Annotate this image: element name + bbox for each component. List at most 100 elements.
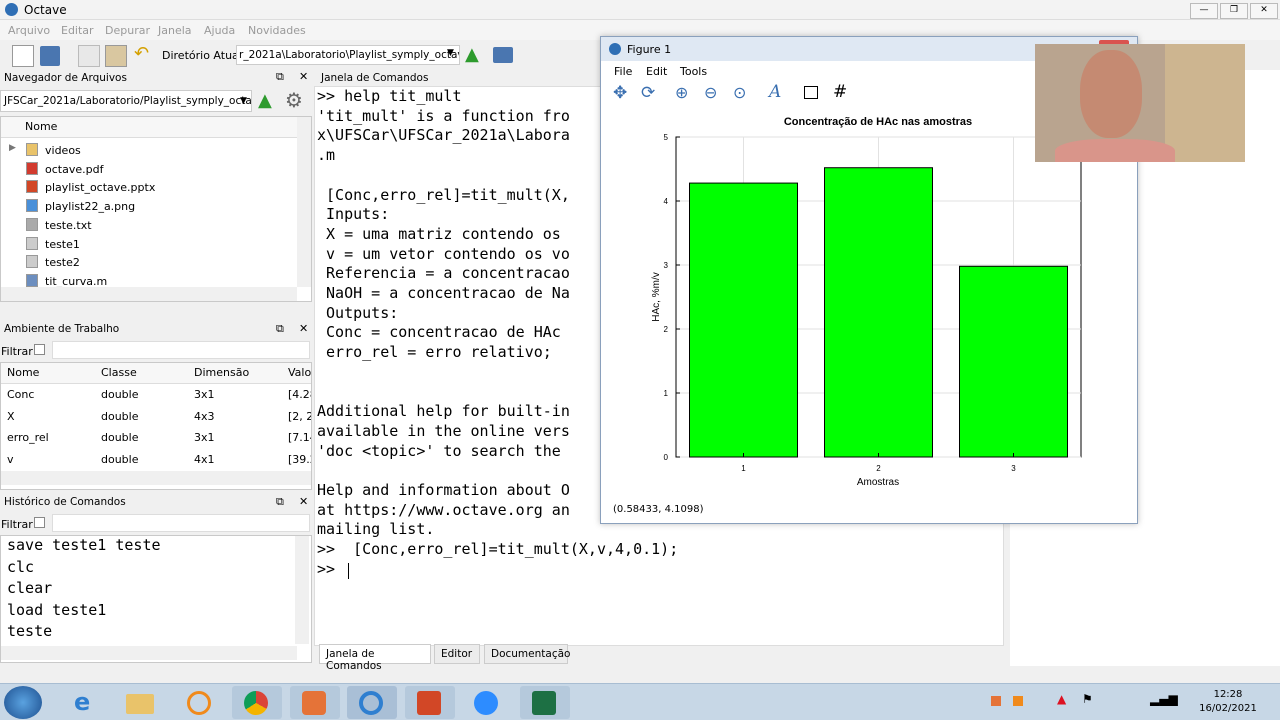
workspace-row[interactable]: erro_rel double 3x1 [7.14: [1, 428, 311, 446]
new-file-icon[interactable]: [12, 45, 34, 67]
expand-arrow-icon[interactable]: ▶: [9, 143, 16, 153]
tray-app-icon[interactable]: [1013, 696, 1023, 706]
filter-checkbox[interactable]: [34, 517, 45, 528]
chevron-down-icon[interactable]: ▼: [240, 96, 247, 106]
browse-folder-icon[interactable]: [493, 47, 513, 63]
volume-icon[interactable]: 🔈︎: [1171, 692, 1178, 707]
internet-explorer-icon[interactable]: e: [60, 686, 110, 719]
file-item[interactable]: playlist22_a.png: [1, 197, 297, 215]
file-item[interactable]: playlist_octave.pptx: [1, 178, 297, 196]
tab-documentacao[interactable]: Documentação: [484, 644, 570, 664]
gear-icon[interactable]: ⚙: [285, 88, 303, 112]
tray-app-icon[interactable]: [991, 696, 1001, 706]
chevron-down-icon[interactable]: ▼: [447, 48, 454, 58]
tab-editor[interactable]: Editor: [434, 644, 480, 664]
workspace-row[interactable]: Xdouble 4x3 [2, 2,: [1, 407, 311, 425]
tray-up-arrow-icon[interactable]: ▲: [1057, 692, 1066, 706]
file-name: octave.pdf: [45, 162, 104, 176]
command-output-line: v = um vetor contendo os vo: [317, 244, 570, 263]
close-icon[interactable]: ✕: [299, 322, 308, 335]
command-output-line: NaOH = a concentracao de Na: [317, 284, 570, 302]
undock-icon[interactable]: ⧉: [276, 70, 284, 84]
filter-input[interactable]: [52, 514, 310, 532]
close-button[interactable]: ✕: [1250, 3, 1278, 19]
zoom-fit-icon[interactable]: ⊙: [733, 83, 746, 102]
maximize-button[interactable]: ❐: [1220, 3, 1248, 19]
text-annotate-icon[interactable]: A: [769, 82, 781, 102]
horizontal-scrollbar[interactable]: [1, 287, 297, 301]
figure-title: Figure 1: [627, 43, 672, 56]
figure-menu-tools[interactable]: Tools: [680, 65, 707, 78]
taskbar: e ▲ ⚑ ▂▄▆ 🔈︎ 12:28 16/02/2021: [0, 683, 1280, 720]
vertical-scrollbar[interactable]: [295, 536, 309, 644]
excel-icon[interactable]: [520, 686, 570, 719]
clock-date: 16/02/2021: [1199, 703, 1257, 714]
file-name: playlist22_a.png: [45, 200, 136, 214]
workspace-cell: erro_rel: [7, 431, 49, 444]
zoom-in-icon[interactable]: ⊕: [675, 83, 688, 102]
history-item[interactable]: clear: [7, 579, 52, 597]
paste-icon[interactable]: [105, 45, 127, 67]
file-item[interactable]: octave.pdf: [1, 160, 297, 178]
octave-running-icon[interactable]: [347, 686, 397, 719]
close-icon[interactable]: ✕: [299, 70, 308, 83]
file-item[interactable]: ▶ videos: [1, 141, 297, 159]
history-item[interactable]: clc: [7, 558, 34, 576]
octave-app-icon[interactable]: [175, 686, 225, 719]
app-icon[interactable]: [290, 686, 340, 719]
undo-icon[interactable]: ↶: [134, 45, 154, 65]
chrome-icon[interactable]: [232, 686, 282, 719]
octave-logo-icon: [5, 3, 18, 16]
tab-janela-de-comandos[interactable]: Janela de Comandos: [319, 644, 431, 672]
figure-menu-file[interactable]: File: [614, 65, 632, 78]
clock[interactable]: 12:28 16/02/2021: [1196, 688, 1260, 716]
column-header-valor[interactable]: Valo: [288, 366, 311, 379]
open-folder-icon[interactable]: [40, 46, 60, 66]
up-directory-icon[interactable]: ▲: [465, 44, 479, 65]
axes-box-icon[interactable]: [804, 86, 818, 99]
history-item[interactable]: save teste1 teste: [7, 536, 161, 554]
current-directory-combo[interactable]: r_2021a\Laboratorio\Playlist_symply_octa…: [236, 45, 460, 65]
file-list-header[interactable]: Nome: [1, 117, 297, 138]
rotate-icon[interactable]: ⟳: [641, 83, 655, 103]
file-item[interactable]: teste2: [1, 253, 297, 271]
menu-editar[interactable]: Editar: [61, 24, 94, 37]
tray-flag-icon[interactable]: ⚑: [1082, 692, 1093, 706]
menu-arquivo[interactable]: Arquivo: [8, 24, 50, 37]
horizontal-scrollbar[interactable]: [1, 646, 297, 660]
minimize-button[interactable]: —: [1190, 3, 1218, 19]
parent-directory-icon[interactable]: ▲: [258, 90, 272, 111]
figure-menu-edit[interactable]: Edit: [646, 65, 667, 78]
column-header-nome[interactable]: Nome: [7, 366, 39, 379]
copy-icon[interactable]: [78, 45, 100, 67]
vertical-scrollbar[interactable]: [297, 117, 311, 287]
horizontal-scrollbar[interactable]: [1, 471, 311, 485]
workspace-cell: double: [101, 452, 139, 466]
start-button[interactable]: [4, 686, 42, 719]
menu-ajuda[interactable]: Ajuda: [204, 24, 235, 37]
column-header-dimensao[interactable]: Dimensão: [194, 366, 249, 379]
grid-icon[interactable]: #: [833, 82, 847, 102]
menu-janela[interactable]: Janela: [158, 24, 192, 37]
pan-icon[interactable]: ✥: [613, 83, 627, 103]
workspace-row[interactable]: v double 4x1 [39.2: [1, 450, 311, 468]
menu-novidades[interactable]: Novidades: [248, 24, 306, 37]
file-browser-path-combo[interactable]: JFSCar_2021a/Laboratorio/Playlist_symply…: [0, 90, 252, 112]
menu-depurar[interactable]: Depurar: [105, 24, 150, 37]
filter-checkbox[interactable]: [34, 344, 45, 355]
undock-icon[interactable]: ⧉: [276, 495, 284, 509]
undock-icon[interactable]: ⧉: [276, 322, 284, 336]
zoom-out-icon[interactable]: ⊖: [704, 83, 717, 102]
zoom-icon[interactable]: [462, 686, 512, 719]
history-panel: Histórico de Comandos ⧉ ✕ Filtrar save t…: [0, 493, 312, 663]
powerpoint-icon[interactable]: [405, 686, 455, 719]
filter-input[interactable]: [52, 341, 310, 359]
close-icon[interactable]: ✕: [299, 495, 308, 508]
file-explorer-icon[interactable]: [115, 686, 165, 719]
file-item[interactable]: teste1: [1, 235, 297, 253]
history-item[interactable]: teste: [7, 622, 52, 640]
file-item[interactable]: teste.txt: [1, 216, 297, 234]
workspace-row[interactable]: Conc double 3x1 [4.28: [1, 385, 311, 403]
column-header-classe[interactable]: Classe: [101, 366, 137, 379]
history-item[interactable]: load teste1: [7, 601, 106, 619]
